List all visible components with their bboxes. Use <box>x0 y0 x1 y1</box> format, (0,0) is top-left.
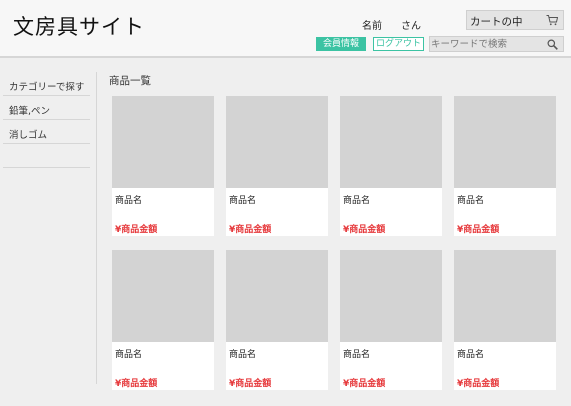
product-card[interactable]: 商品名 ¥商品金額 <box>226 96 328 236</box>
product-image <box>340 250 442 342</box>
cart-button[interactable]: カートの中 <box>466 10 564 30</box>
product-name: 商品名 <box>457 350 485 360</box>
search-icon[interactable] <box>547 39 558 50</box>
product-card[interactable]: 商品名 ¥商品金額 <box>226 250 328 390</box>
product-price: ¥商品金額 <box>115 225 158 235</box>
product-price: ¥商品金額 <box>457 225 500 235</box>
product-name: 商品名 <box>115 350 143 360</box>
product-price: ¥商品金額 <box>343 225 386 235</box>
product-image <box>112 250 214 342</box>
user-name-suffix: さん <box>401 21 421 32</box>
sidebar-item-category-search[interactable]: カテゴリーで探す <box>3 72 90 96</box>
product-image <box>340 96 442 188</box>
product-price: ¥商品金額 <box>115 379 158 389</box>
logout-button[interactable]: ログアウト <box>373 37 424 51</box>
product-image <box>454 96 556 188</box>
product-grid: 商品名 ¥商品金額 商品名 ¥商品金額 商品名 ¥商品金額 商品名 ¥商品金額 … <box>112 96 556 390</box>
product-price: ¥商品金額 <box>229 225 272 235</box>
product-image <box>454 250 556 342</box>
product-price: ¥商品金額 <box>457 379 500 389</box>
product-price: ¥商品金額 <box>229 379 272 389</box>
product-name: 商品名 <box>115 196 143 206</box>
section-title: 商品一覧 <box>109 75 151 87</box>
header: 文房具サイト 名前 さん カートの中 会員情報 ログアウト <box>0 0 571 58</box>
sidebar: カテゴリーで探す 鉛筆,ペン 消しゴム <box>3 72 90 168</box>
site-title[interactable]: 文房具サイト <box>13 11 145 41</box>
user-name: 名前 <box>362 21 382 32</box>
product-card[interactable]: 商品名 ¥商品金額 <box>454 96 556 236</box>
sidebar-item-pencil-pen[interactable]: 鉛筆,ペン <box>3 96 90 120</box>
product-card[interactable]: 商品名 ¥商品金額 <box>340 96 442 236</box>
product-image <box>226 250 328 342</box>
sidebar-item-eraser[interactable]: 消しゴム <box>3 120 90 144</box>
search-input[interactable] <box>431 37 545 51</box>
product-card[interactable]: 商品名 ¥商品金額 <box>112 96 214 236</box>
product-card[interactable]: 商品名 ¥商品金額 <box>454 250 556 390</box>
product-name: 商品名 <box>229 350 257 360</box>
vertical-divider <box>96 72 97 384</box>
product-image <box>112 96 214 188</box>
sidebar-divider <box>3 144 90 168</box>
product-image <box>226 96 328 188</box>
product-card[interactable]: 商品名 ¥商品金額 <box>112 250 214 390</box>
member-info-button[interactable]: 会員情報 <box>316 37 366 51</box>
search-box <box>429 36 564 52</box>
product-card[interactable]: 商品名 ¥商品金額 <box>340 250 442 390</box>
cart-icon <box>546 15 558 26</box>
product-name: 商品名 <box>229 196 257 206</box>
product-name: 商品名 <box>343 196 371 206</box>
product-name: 商品名 <box>457 196 485 206</box>
cart-button-label: カートの中 <box>470 16 523 28</box>
product-price: ¥商品金額 <box>343 379 386 389</box>
product-name: 商品名 <box>343 350 371 360</box>
